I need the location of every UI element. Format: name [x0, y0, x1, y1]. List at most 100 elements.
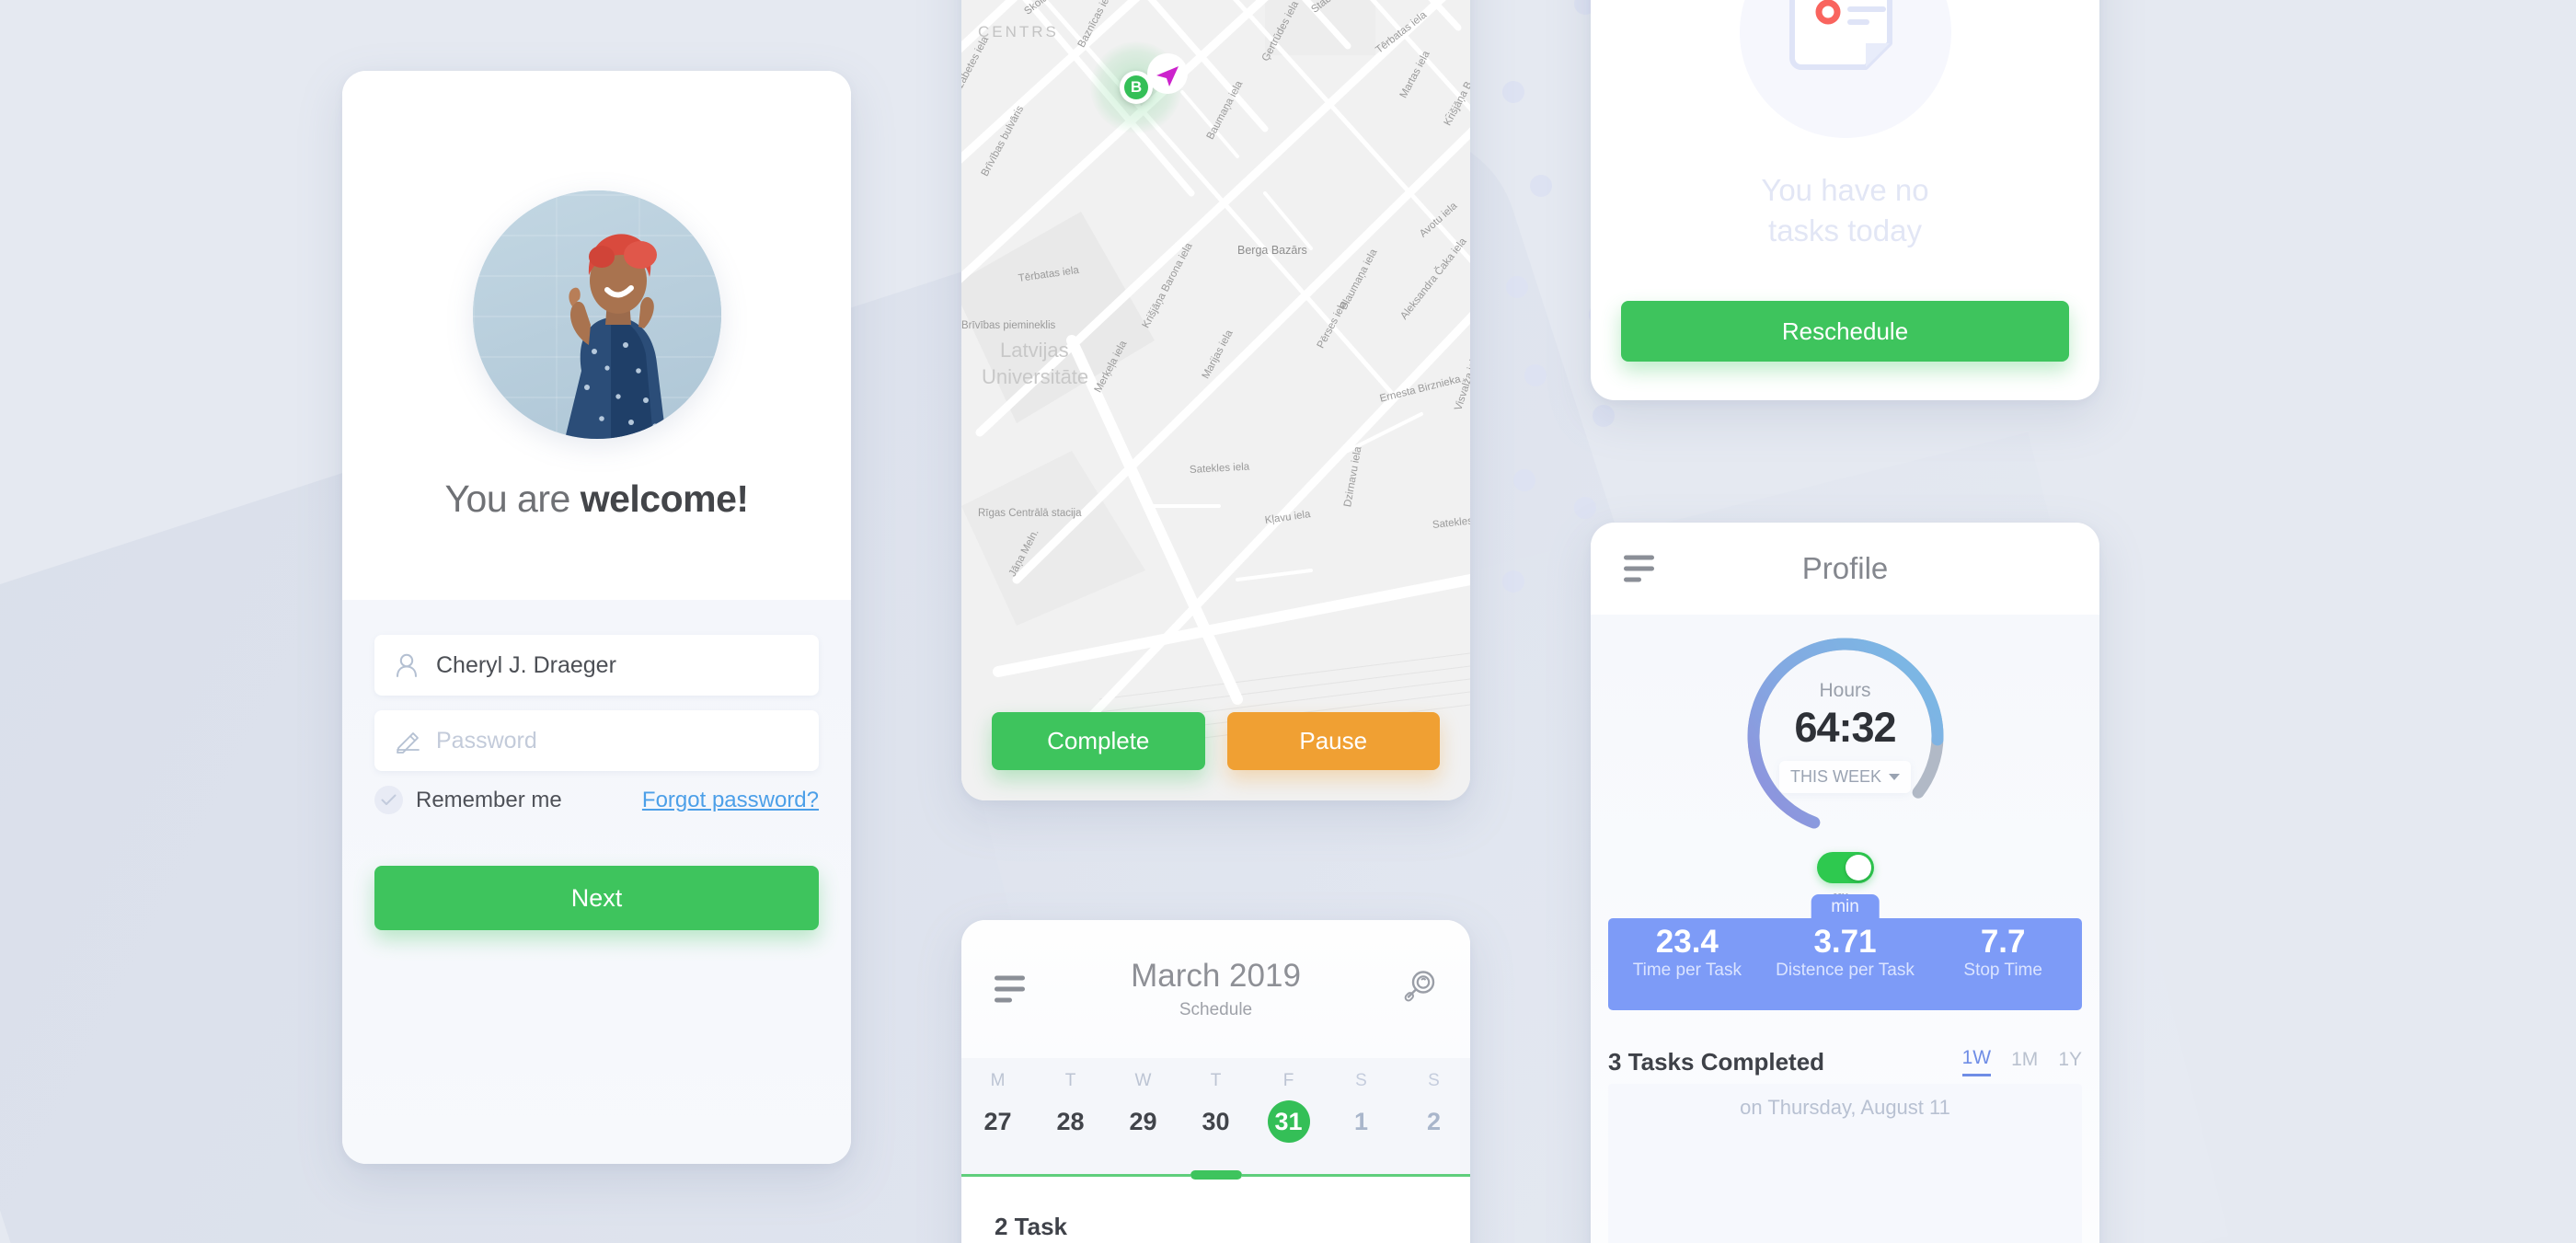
calendar-subtitle: Schedule	[1179, 1000, 1253, 1019]
calendar-day-number: 30	[1202, 1108, 1230, 1135]
calendar-dow-label: M	[990, 1071, 1006, 1090]
calendar-day-number: 1	[1353, 1108, 1369, 1135]
login-screen-card: You are welcome! Cheryl J. Draeger Passw…	[342, 71, 851, 1164]
calendar-header: March 2019 Schedule	[961, 920, 1470, 1058]
tasks-completed-chart: on Thursday, August 11	[1608, 1084, 2082, 1243]
hamburger-menu-icon[interactable]	[995, 975, 1025, 1003]
map-poi-label: Universitāte	[982, 365, 1089, 388]
period-select[interactable]: THIS WEEK	[1778, 760, 1911, 793]
search-icon[interactable]	[1400, 968, 1439, 1011]
stat-value: 23.4	[1655, 924, 1719, 960]
note-document-icon	[1788, 0, 1892, 70]
decorative-dot	[1574, 497, 1596, 519]
password-placeholder: Password	[436, 727, 537, 754]
hamburger-menu-icon[interactable]	[1624, 555, 1654, 582]
welcome-heading: You are welcome!	[444, 478, 749, 521]
stat-label: Distence per Task	[1776, 960, 1915, 980]
remember-me-checkbox[interactable]: Remember me	[374, 786, 562, 814]
stat-value: 3.71	[1813, 924, 1877, 960]
calendar-day-28[interactable]: T 28	[1034, 1071, 1107, 1143]
calendar-day-31[interactable]: F 31	[1252, 1071, 1325, 1143]
calendar-days-grid: M 27 T 28 W 29 T 30 F 31 S 1 S 2	[961, 1071, 1470, 1143]
calendar-progress-indicator	[961, 1170, 1470, 1180]
username-field[interactable]: Cheryl J. Draeger	[374, 635, 819, 696]
decorative-dot	[1502, 570, 1524, 593]
calendar-day-30[interactable]: T 30	[1179, 1071, 1252, 1143]
map-action-bar: Complete Pause	[961, 712, 1470, 770]
stat-item: 3.71 Distence per Task	[1766, 918, 1925, 1010]
hours-value: 64:32	[1794, 703, 1896, 751]
map-poi-label: Berga Bazārs	[1237, 244, 1307, 257]
decorative-dot	[1593, 405, 1615, 427]
calendar-dow-label: S	[1355, 1071, 1367, 1090]
welcome-prefix: You are	[444, 478, 581, 520]
stat-item: 23.4 Time per Task	[1608, 918, 1766, 1010]
chart-annotation: on Thursday, August 11	[1740, 1096, 1950, 1119]
hours-ring-center: Hours 64:32 THIS WEEK	[1735, 626, 1956, 846]
hours-progress-ring: Hours 64:32 THIS WEEK	[1735, 626, 1956, 846]
login-options-row: Remember me Forgot password?	[374, 786, 819, 814]
calendar-day-27[interactable]: M 27	[961, 1071, 1034, 1143]
remember-me-label: Remember me	[416, 787, 562, 812]
chart-range-1w[interactable]: 1W	[1961, 1047, 1992, 1076]
forgot-password-link[interactable]: Forgot password?	[642, 788, 819, 813]
chart-range-1y[interactable]: 1Y	[2058, 1049, 2082, 1076]
calendar-task-list: 2 Task Unassigned	[961, 1176, 1470, 1243]
avatar	[472, 190, 721, 439]
decorative-dot	[1524, 364, 1547, 386]
decorative-dot	[1513, 469, 1535, 491]
calendar-day-number: 29	[1129, 1108, 1157, 1135]
calendar-dow-label: W	[1134, 1071, 1152, 1090]
stat-value: 7.7	[1980, 924, 2026, 960]
profile-title: Profile	[1801, 551, 1889, 585]
calendar-day-number: 31	[1267, 1100, 1310, 1143]
empty-state-circle	[1739, 0, 1951, 138]
calendar-day-number: 27	[983, 1108, 1012, 1135]
stats-unit-badge: min	[1811, 894, 1880, 919]
stat-item: 7.7 Stop Time	[1924, 918, 2082, 1010]
pause-button[interactable]: Pause	[1226, 712, 1440, 770]
chart-range-1m[interactable]: 1M	[2011, 1049, 2038, 1076]
pen-write-icon	[395, 728, 428, 754]
calendar-day-2[interactable]: S2	[1397, 1071, 1470, 1143]
empty-tasks-message: You have no tasks today	[1761, 170, 1928, 251]
reschedule-button[interactable]: Reschedule	[1621, 301, 2069, 362]
empty-tasks-card: You have no tasks today Reschedule	[1591, 0, 2099, 400]
toggle-knob	[1845, 855, 1871, 880]
task-count-label: 2 Task	[995, 1213, 1068, 1240]
next-button[interactable]: Next	[374, 866, 819, 930]
calendar-day-number: 2	[1426, 1108, 1442, 1135]
empty-tasks-line2: tasks today	[1768, 213, 1922, 247]
chevron-down-icon	[1889, 773, 1900, 780]
tasks-completed-row: 3 Tasks Completed 1W 1M 1Y	[1608, 1047, 2082, 1076]
hours-label: Hours	[1819, 679, 1871, 701]
map-screen-card: A B CENTRS Skolas ielaBaznīcas ielaLāčpl…	[961, 0, 1470, 800]
navigation-arrow-icon	[1147, 53, 1188, 94]
tasks-completed-title: 3 Tasks Completed	[1608, 1048, 1825, 1076]
calendar-dow-label: T	[1064, 1071, 1076, 1090]
decorative-dot	[1530, 175, 1552, 197]
calendar-dow-label: T	[1210, 1071, 1222, 1090]
profile-header: Profile	[1591, 523, 2099, 615]
user-icon	[395, 652, 428, 678]
calendar-dow-label: F	[1282, 1071, 1294, 1090]
calendar-month-title: March 2019	[1131, 958, 1301, 994]
complete-button[interactable]: Complete	[992, 712, 1205, 770]
avatar-person-illustration	[564, 234, 666, 439]
calendar-day-1[interactable]: S1	[1325, 1071, 1397, 1143]
online-status-toggle[interactable]	[1816, 852, 1874, 883]
map-street-label: Rīgas Centrālā stacija	[978, 508, 1082, 519]
check-icon	[374, 786, 403, 814]
login-header: You are welcome!	[342, 71, 851, 600]
calendar-day-number: 28	[1056, 1108, 1085, 1135]
decorative-dot	[1506, 276, 1528, 298]
stat-label: Stop Time	[1963, 960, 2042, 980]
password-field[interactable]: Password	[374, 710, 819, 771]
profile-body: Hours 64:32 THIS WEEK offline min 23.4 T…	[1591, 615, 2099, 1243]
username-value: Cheryl J. Draeger	[436, 651, 616, 678]
login-form: Cheryl J. Draeger Password Remember me F…	[342, 600, 851, 1164]
calendar-day-29[interactable]: W 29	[1107, 1071, 1179, 1143]
stat-label: Time per Task	[1632, 960, 1742, 980]
map-canvas[interactable]: A B CENTRS Skolas ielaBaznīcas ielaLāčpl…	[961, 0, 1470, 800]
calendar-week-strip: M 27 T 28 W 29 T 30 F 31 S 1 S 2	[961, 1058, 1470, 1180]
